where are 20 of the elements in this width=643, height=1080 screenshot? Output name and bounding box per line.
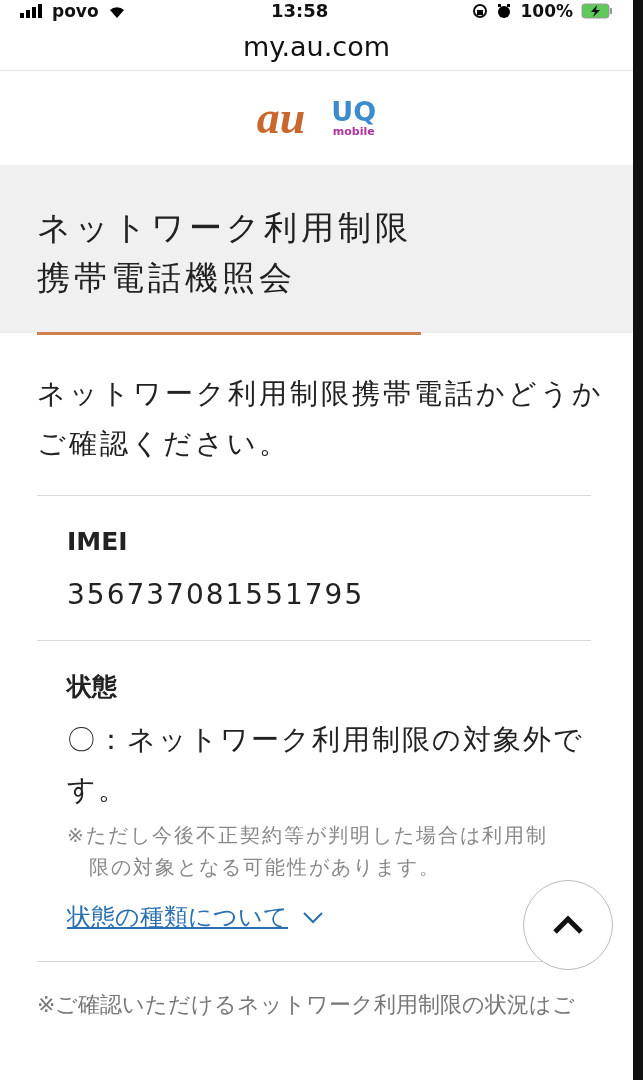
- page-title: 携帯電話機照会: [37, 257, 297, 299]
- chevron-up-icon: [552, 915, 584, 935]
- clock-time: 13:58: [270, 1, 329, 21]
- field-value: 356737081551795: [67, 577, 366, 613]
- page-title: ネットワーク利用制限: [37, 207, 413, 249]
- signal-icon: [20, 4, 44, 18]
- field-value: 〇：ネットワーク利用制限の対象外です。: [67, 722, 585, 808]
- uq-mobile-logo[interactable]: UQ mobile: [331, 98, 377, 138]
- battery-icon: [581, 3, 613, 19]
- field-label: IMEI: [67, 526, 129, 558]
- alarm-icon: [496, 3, 513, 19]
- intro-text: ネットワーク利用制限携帯電話かどうかご確認ください。: [37, 376, 605, 462]
- url-text: my.au.com: [243, 30, 390, 62]
- au-logo[interactable]: au: [256, 93, 306, 143]
- status-types-link[interactable]: 状態の種類について: [67, 901, 288, 933]
- carrier-name: povo: [52, 1, 99, 21]
- battery-percent: 100%: [520, 1, 573, 21]
- field-label: 状態: [67, 671, 118, 703]
- footnote-text: ※ご確認いただけるネットワーク利用制限の状況はご: [37, 991, 576, 1019]
- note-text: ※ただし今後不正契約等が判明した場合は利用制限の対象となる可能性があります。: [67, 822, 549, 881]
